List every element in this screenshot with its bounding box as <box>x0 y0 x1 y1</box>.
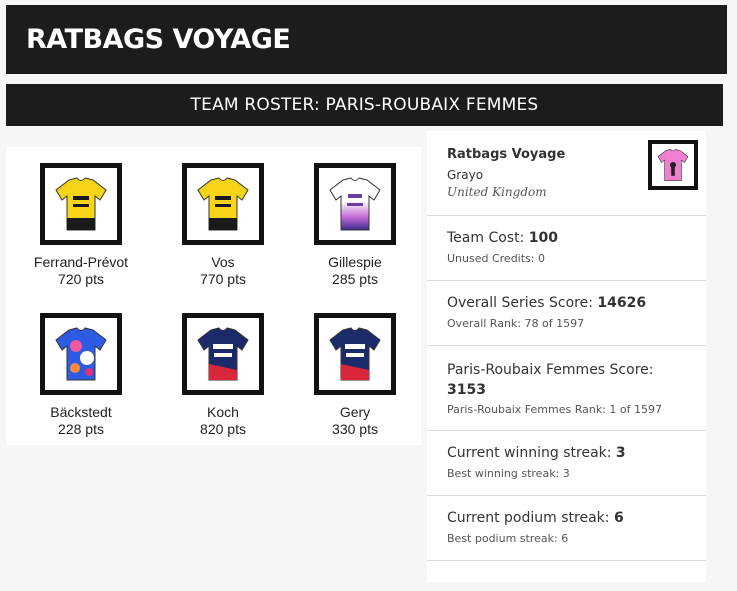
race-score-label: Paris-Roubaix Femmes Score: <box>447 362 654 378</box>
rider-card[interactable]: Koch 820 pts <box>158 313 288 438</box>
team-name[interactable]: Ratbags Voyage <box>447 147 565 162</box>
race-rank: Paris-Roubaix Femmes Rank: 1 of 1597 <box>447 403 662 416</box>
fdj-jersey-icon[interactable] <box>182 313 264 395</box>
team-cost-section: Team Cost: 100 Unused Credits: 0 <box>427 215 706 280</box>
roster-title: TEAM ROSTER: PARIS-ROUBAIX FEMMES <box>190 95 539 115</box>
unused-credits: Unused Credits: 0 <box>447 252 545 265</box>
rider-points: 228 pts <box>58 421 104 437</box>
series-score-value: 14626 <box>597 295 647 311</box>
roster-header: TEAM ROSTER: PARIS-ROUBAIX FEMMES <box>6 84 723 126</box>
rider-points: 720 pts <box>58 271 104 287</box>
rider-name: Bäckstedt <box>50 404 112 420</box>
fdj-jersey-icon[interactable] <box>314 313 396 395</box>
series-score-section: Overall Series Score: 14626 Overall Rank… <box>427 280 706 345</box>
canyon-jersey-icon[interactable] <box>40 313 122 395</box>
rider-name: Gillespie <box>328 254 382 270</box>
podium-streak-section: Current podium streak: 6 Best podium str… <box>427 495 706 561</box>
rider-points: 820 pts <box>200 421 246 437</box>
winning-streak-section: Current winning streak: 3 Best winning s… <box>427 430 706 495</box>
page-header: RATBAGS VOYAGE <box>6 5 727 74</box>
race-score-value: 3153 <box>447 382 486 398</box>
series-score-label: Overall Series Score: <box>447 295 593 311</box>
team-summary-panel: Ratbags Voyage Grayo United Kingdom Team… <box>427 131 706 582</box>
rider-points: 285 pts <box>332 271 378 287</box>
rider-card[interactable]: Ferrand-Prévot 720 pts <box>16 163 146 288</box>
rider-card[interactable]: Gery 330 pts <box>290 313 420 438</box>
best-podium-streak: Best podium streak: 6 <box>447 532 569 545</box>
rider-card[interactable]: Bäckstedt 228 pts <box>16 313 146 438</box>
team-cost: Team Cost: 100 <box>447 230 558 246</box>
rider-card[interactable]: Gillespie 285 pts <box>290 163 420 288</box>
rider-roster: Ferrand-Prévot 720 pts Vos 770 pts Gille… <box>6 147 421 445</box>
pink-team-jersey-icon <box>648 140 698 190</box>
uae-jersey-icon[interactable] <box>314 163 396 245</box>
visma-jersey-icon[interactable] <box>40 163 122 245</box>
rider-points: 330 pts <box>332 421 378 437</box>
visma-jersey-icon[interactable] <box>182 163 264 245</box>
rider-name: Gery <box>339 404 371 420</box>
winning-streak-value: 3 <box>615 445 626 461</box>
rider-name: Koch <box>207 404 239 420</box>
rider-name: Ferrand-Prévot <box>33 254 129 270</box>
series-score: Overall Series Score: 14626 <box>447 295 646 311</box>
rider-name: Vos <box>211 254 235 270</box>
rider-card[interactable]: Vos 770 pts <box>158 163 288 288</box>
team-country: United Kingdom <box>447 185 547 199</box>
podium-streak-label: Current podium streak: <box>447 510 610 526</box>
race-score: Paris-Roubaix Femmes Score: 3153 <box>447 360 653 400</box>
race-score-section: Paris-Roubaix Femmes Score: 3153 Paris-R… <box>427 345 706 430</box>
page-title: RATBAGS VOYAGE <box>26 24 291 55</box>
best-winning-streak: Best winning streak: 3 <box>447 467 570 480</box>
podium-streak-value: 6 <box>613 510 624 526</box>
rider-points: 770 pts <box>200 271 246 287</box>
winning-streak-label: Current winning streak: <box>447 445 612 461</box>
team-owner[interactable]: Grayo <box>447 168 483 182</box>
team-header: Ratbags Voyage Grayo United Kingdom <box>427 131 706 215</box>
podium-streak: Current podium streak: 6 <box>447 510 624 526</box>
overall-rank: Overall Rank: 78 of 1597 <box>447 317 585 330</box>
team-cost-label: Team Cost: <box>447 230 525 246</box>
team-cost-value: 100 <box>528 230 558 246</box>
winning-streak: Current winning streak: 3 <box>447 445 626 461</box>
